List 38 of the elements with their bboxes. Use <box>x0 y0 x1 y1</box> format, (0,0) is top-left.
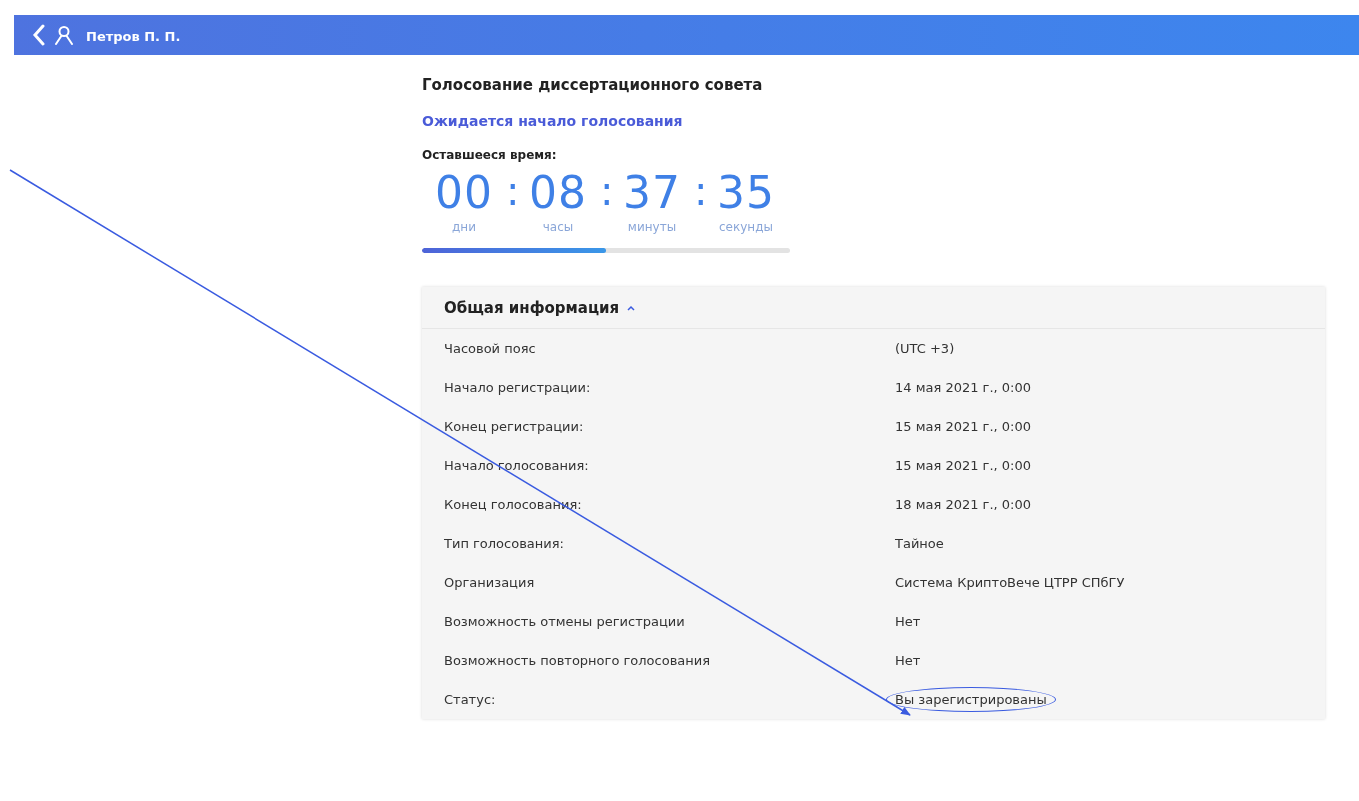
info-label: Организация <box>444 575 536 590</box>
info-value: Тайное <box>895 536 944 551</box>
timer-unit: секунды <box>719 220 773 234</box>
info-label: Часовой пояс <box>444 341 537 356</box>
chevron-icon <box>627 304 636 311</box>
timer-digits: 08 <box>529 168 587 218</box>
info-value: Нет <box>895 653 921 668</box>
status-link[interactable]: Ожидается начало голосования <box>422 113 683 129</box>
user-name: Петров П. П. <box>86 29 181 44</box>
timer-digits: 35 <box>717 168 775 218</box>
info-value: 15 мая 2021 г., 0:00 <box>895 419 1032 434</box>
info-header[interactable]: Общая информация <box>422 287 1325 329</box>
info-label: Возможность повторного голосования <box>444 653 712 668</box>
info-value: Вы зарегистрированы <box>889 690 1053 709</box>
info-label: Начало голосования: <box>444 458 590 473</box>
info-label: Конец регистрации: <box>444 419 585 434</box>
info-value: (UTC +3) <box>895 341 955 356</box>
info-label: Начало регистрации: <box>444 380 592 395</box>
timer-separator: : <box>506 168 516 214</box>
info-label: Возможность отмены регистрации <box>444 614 686 629</box>
info-value: 15 мая 2021 г., 0:00 <box>895 458 1032 473</box>
info-value: 14 мая 2021 г., 0:00 <box>895 380 1032 395</box>
timer-separator: : <box>694 168 704 214</box>
timer-separator: : <box>600 168 610 214</box>
timer-unit: минуты <box>627 220 677 234</box>
page-title: Голосование диссертационного совета <box>422 76 764 94</box>
timer-unit: часы <box>542 220 574 234</box>
info-label: Статус: <box>444 692 497 707</box>
timer-label: Оставшееся время: <box>422 148 558 162</box>
info-value: Система КриптоВече ЦТРР СПбГУ <box>895 575 1125 590</box>
info-value: 18 мая 2021 г., 0:00 <box>895 497 1032 512</box>
info-value: Нет <box>895 614 921 629</box>
back-button[interactable] <box>32 24 46 46</box>
timer-digits: 37 <box>623 168 681 218</box>
info-label: Тип голосования: <box>444 536 565 551</box>
user-icon <box>54 25 74 45</box>
timer-digits: 00 <box>435 168 493 218</box>
timer-unit: дни <box>452 220 476 234</box>
